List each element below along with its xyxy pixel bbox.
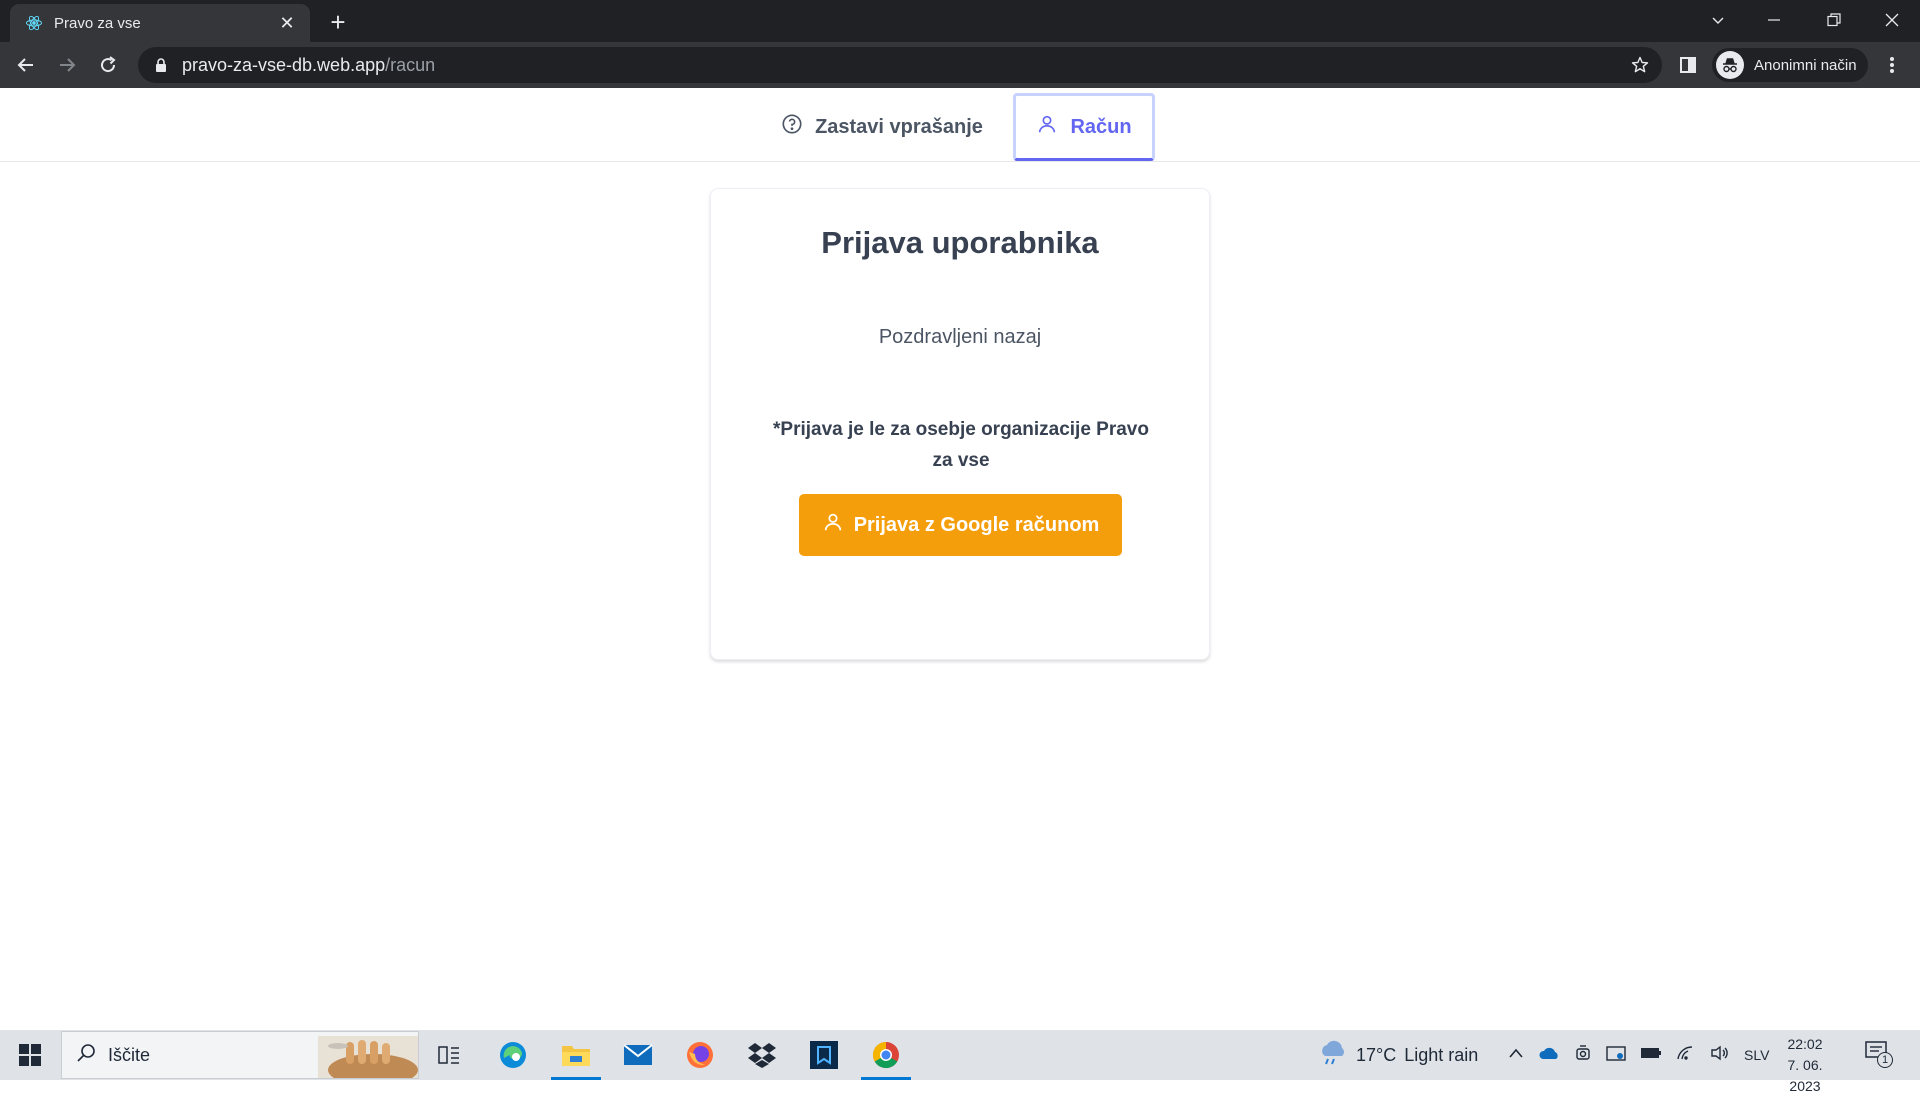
weather-widget[interactable]: 17°C Light rain: [1318, 1030, 1478, 1080]
login-card: Prijava uporabnika Pozdravljeni nazaj *P…: [710, 188, 1210, 660]
edge-icon[interactable]: [484, 1030, 542, 1080]
url-host: pravo-za-vse-db.web.app: [182, 54, 386, 75]
tab-ask-question-label: Zastavi vprašanje: [815, 115, 983, 138]
notification-center-button[interactable]: 1: [1864, 1030, 1894, 1080]
clock-date: 7. 06. 2023: [1787, 1057, 1823, 1094]
browser-tab[interactable]: Pravo za vse ✕: [10, 4, 310, 42]
tab-search-icon[interactable]: [1690, 0, 1746, 40]
question-circle-icon: [781, 113, 803, 141]
incognito-icon: [1716, 51, 1744, 79]
mail-icon[interactable]: [609, 1030, 667, 1080]
notification-icon: 1: [1864, 1040, 1894, 1070]
react-favicon-icon: [24, 13, 44, 33]
taskbar-search-box[interactable]: Iščite: [61, 1031, 419, 1079]
address-bar[interactable]: pravo-za-vse-db.web.app/racun: [138, 47, 1662, 83]
language-indicator[interactable]: SLV: [1744, 1047, 1769, 1063]
chrome-icon[interactable]: [857, 1030, 915, 1080]
minimize-button[interactable]: [1746, 0, 1802, 40]
search-placeholder: Iščite: [108, 1044, 151, 1065]
meet-now-icon[interactable]: [1606, 1044, 1626, 1067]
browser-toolbar: pravo-za-vse-db.web.app/racun Anonimni n…: [0, 42, 1920, 88]
system-tray: SLV: [1508, 1030, 1769, 1080]
google-login-label: Prijava z Google računom: [853, 513, 1100, 536]
browser-menu-icon[interactable]: [1880, 53, 1904, 77]
windows-taskbar: Iščite 17°C Light rain SLV 22:02 7. 06. …: [0, 1030, 1920, 1094]
side-panel-icon[interactable]: [1676, 53, 1700, 77]
camera-icon[interactable]: [1574, 1044, 1592, 1067]
chevron-up-icon[interactable]: [1508, 1046, 1524, 1064]
staff-only-note: *Prijava je le za osebje organizacije Pr…: [773, 419, 1149, 471]
clock-time: 22:02: [1787, 1036, 1823, 1052]
reload-button[interactable]: [92, 49, 124, 81]
weather-description: Light rain: [1404, 1044, 1479, 1065]
page-nav-tabs: Zastavi vprašanje Račun: [0, 88, 1920, 162]
login-title: Prijava uporabnika: [821, 225, 1099, 260]
tab-account-label: Račun: [1070, 115, 1132, 138]
restore-button[interactable]: [1806, 0, 1862, 40]
forward-button[interactable]: [51, 49, 83, 81]
url-path: /racun: [385, 54, 436, 75]
battery-icon[interactable]: [1640, 1046, 1662, 1064]
app-book-icon[interactable]: [795, 1030, 853, 1080]
rain-cloud-icon: [1318, 1040, 1348, 1071]
close-window-button[interactable]: [1864, 0, 1920, 40]
start-button[interactable]: [0, 1030, 60, 1080]
task-view-icon[interactable]: [420, 1030, 478, 1080]
search-highlight-image-icon: [318, 1036, 418, 1078]
file-explorer-icon[interactable]: [547, 1030, 605, 1080]
dropbox-icon[interactable]: [733, 1030, 791, 1080]
search-icon: [76, 1043, 96, 1068]
firefox-icon[interactable]: [671, 1030, 729, 1080]
wifi-icon[interactable]: [1676, 1045, 1696, 1066]
new-tab-button[interactable]: +: [324, 7, 352, 37]
browser-tabstrip: Pravo za vse ✕ +: [0, 0, 1920, 42]
weather-temperature: 17°C: [1356, 1044, 1397, 1065]
onedrive-cloud-icon[interactable]: [1538, 1046, 1560, 1065]
user-icon: [822, 511, 844, 539]
taskbar-clock[interactable]: 22:02 7. 06. 2023: [1770, 1034, 1840, 1097]
incognito-label: Anonimni način: [1754, 56, 1857, 74]
welcome-text: Pozdravljeni nazaj: [878, 326, 1042, 348]
notification-count-badge: 1: [1877, 1052, 1893, 1068]
tab-account[interactable]: Račun: [1013, 93, 1155, 161]
tab-title: Pravo za vse: [54, 14, 141, 32]
back-button[interactable]: [10, 49, 42, 81]
incognito-profile-button[interactable]: Anonimni način: [1712, 48, 1868, 82]
tab-close-icon[interactable]: ✕: [276, 12, 298, 34]
lock-icon[interactable]: [152, 56, 170, 74]
bookmark-star-icon[interactable]: [1630, 55, 1650, 75]
page-content: Zastavi vprašanje Račun Prijava uporabni…: [0, 88, 1920, 1030]
speaker-icon[interactable]: [1710, 1045, 1730, 1066]
google-login-button[interactable]: Prijava z Google računom: [799, 494, 1122, 556]
user-icon: [1036, 113, 1058, 141]
tab-ask-question[interactable]: Zastavi vprašanje: [764, 93, 1000, 161]
